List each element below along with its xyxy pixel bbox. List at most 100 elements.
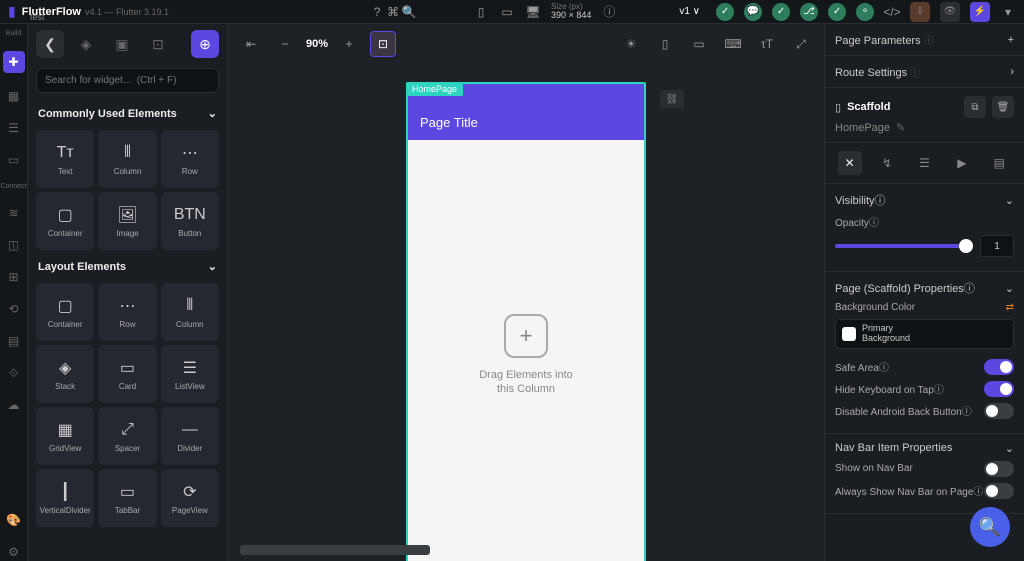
widget-common-column[interactable]: ⦀Column <box>98 130 156 188</box>
device-desktop-icon[interactable]: 🖥 <box>525 4 541 20</box>
rail-widgets-button[interactable]: ✚ <box>3 51 25 73</box>
visibility-header[interactable]: Visibilityⓘ ⌄ <box>835 192 1014 208</box>
keyboard-shortcuts-icon[interactable]: ⌘ <box>385 4 401 20</box>
components-icon[interactable]: ▣ <box>108 30 136 58</box>
add-widget-button[interactable]: ⊕ <box>191 30 219 58</box>
rail-api-icon[interactable]: ⟲ <box>5 300 23 318</box>
rail-firestore-icon[interactable]: ≋ <box>5 204 23 222</box>
version-dropdown[interactable]: v1 ∨ <box>673 4 706 19</box>
run-button[interactable]: ⚡ <box>970 2 990 22</box>
rail-settings-icon[interactable]: ⚙ <box>5 543 23 561</box>
canvas-mode-button[interactable]: ⊡ <box>370 31 396 57</box>
drop-zone[interactable]: + Drag Elements intothis Column <box>408 140 644 561</box>
widget-layout-card[interactable]: ▭Card <box>98 345 156 403</box>
comments-icon[interactable]: 💬 <box>744 3 762 21</box>
status-check2-icon[interactable]: ✓ <box>772 3 790 21</box>
navbar-props-header[interactable]: Nav Bar Item Properties ⌄ <box>835 442 1014 455</box>
zoom-in-button[interactable]: + <box>336 31 362 57</box>
zoom-out-button[interactable]: − <box>272 31 298 57</box>
widget-common-container[interactable]: ▢Container <box>36 192 94 250</box>
widget-common-image[interactable]: 🖼Image <box>98 192 156 250</box>
chevron-right-icon: › <box>1010 66 1014 78</box>
prop-tab-docs-icon[interactable]: ▤ <box>987 151 1011 175</box>
issues-icon[interactable]: ⚬ <box>856 3 874 21</box>
rail-appstate-icon[interactable]: ⊞ <box>5 268 23 286</box>
bg-color-chip[interactable]: PrimaryBackground <box>835 319 1014 349</box>
widget-layout-spacer[interactable]: ⤢Spacer <box>98 407 156 465</box>
device-tablet-icon[interactable]: ▭ <box>499 4 515 20</box>
rail-data-icon[interactable]: ◫ <box>5 236 23 254</box>
download-button[interactable]: ⇩ <box>910 2 930 22</box>
size-info-icon[interactable]: ⓘ <box>601 4 617 20</box>
canvas-resize-icon[interactable]: ⤢ <box>788 31 814 57</box>
copy-button[interactable]: ⧉ <box>964 96 986 118</box>
section-common-header[interactable]: Commonly Used Elements ⌄ <box>28 101 227 126</box>
rail-tree-icon[interactable]: ☰ <box>5 119 23 137</box>
page-parameters-row[interactable]: Page Parametersⓘ + <box>825 24 1024 56</box>
opacity-value[interactable]: 1 <box>980 235 1014 257</box>
canvas-keyboard-icon[interactable]: ⌨ <box>720 31 746 57</box>
safe-area-toggle[interactable] <box>984 359 1014 375</box>
widget-layout-stack[interactable]: ◈Stack <box>36 345 94 403</box>
fit-icon[interactable]: ⇤ <box>238 31 264 57</box>
brightness-icon[interactable]: ☀ <box>618 31 644 57</box>
canvas-text-icon[interactable]: τT <box>754 31 780 57</box>
widget-layout-column[interactable]: ⦀Column <box>161 283 219 341</box>
prop-tab-animations-icon[interactable]: ▶ <box>950 151 974 175</box>
widget-common-row[interactable]: ⋯Row <box>161 130 219 188</box>
rail-theme-icon[interactable]: 🎨 <box>5 511 23 529</box>
prop-tab-tools-icon[interactable]: ✕ <box>838 151 862 175</box>
button-icon: BTN <box>178 205 202 225</box>
run-dropdown-icon[interactable]: ▾ <box>1000 4 1016 20</box>
status-check3-icon[interactable]: ✓ <box>828 3 846 21</box>
canvas-scrollbar[interactable] <box>240 545 430 555</box>
widget-label: Image <box>116 229 138 238</box>
plus-icon[interactable]: + <box>1008 34 1014 46</box>
delete-button[interactable]: 🗑 <box>992 96 1014 118</box>
always-nav-toggle[interactable] <box>984 483 1014 499</box>
rail-media-icon[interactable]: ▤ <box>5 332 23 350</box>
device-frame[interactable]: HomePage Page Title + Drag Elements into… <box>406 82 646 561</box>
widget-layout-listview[interactable]: ☰ListView <box>161 345 219 403</box>
widget-common-button[interactable]: BTNButton <box>161 192 219 250</box>
widget-layout-verticaldivider[interactable]: ┃VerticalDivider <box>36 469 94 527</box>
help-icon[interactable]: ? <box>369 4 385 20</box>
scaffold-props-header[interactable]: Page (Scaffold) Propertiesⓘ ⌄ <box>835 280 1014 296</box>
canvas-phone-icon[interactable]: ▯ <box>652 31 678 57</box>
widget-layout-gridview[interactable]: ▦GridView <box>36 407 94 465</box>
route-settings-row[interactable]: Route Settingsⓘ › <box>825 56 1024 88</box>
widget-label: Column <box>176 320 204 329</box>
widget-layout-pageview[interactable]: ⟳PageView <box>161 469 219 527</box>
widget-search-input[interactable] <box>36 68 219 93</box>
prop-tab-actions-icon[interactable]: ↯ <box>875 151 899 175</box>
widget-label: ListView <box>175 382 205 391</box>
widget-layout-container[interactable]: ▢Container <box>36 283 94 341</box>
canvas-nav-icon[interactable]: ▭ <box>686 31 712 57</box>
theme-widgets-icon[interactable]: ⊡ <box>144 30 172 58</box>
edit-icon[interactable]: ✎ <box>896 121 905 134</box>
hide-keyboard-toggle[interactable] <box>984 381 1014 397</box>
link-icon[interactable]: ⛓ <box>660 90 684 108</box>
branch-icon[interactable]: ⎇ <box>800 3 818 21</box>
device-phone-icon[interactable]: ▯ <box>473 4 489 20</box>
search-icon[interactable]: 🔍 <box>401 4 417 20</box>
rail-pages-icon[interactable]: ▦ <box>5 87 23 105</box>
disable-back-toggle[interactable] <box>984 403 1014 419</box>
rail-storyboard-icon[interactable]: ▭ <box>5 151 23 169</box>
rail-custom-icon[interactable]: ⟐ <box>5 364 23 382</box>
show-nav-toggle[interactable] <box>984 461 1014 477</box>
status-check-icon[interactable]: ✓ <box>716 3 734 21</box>
widget-layout-row[interactable]: ⋯Row <box>98 283 156 341</box>
widget-layout-tabbar[interactable]: ▭TabBar <box>98 469 156 527</box>
search-fab[interactable]: 🔍 <box>970 507 1010 547</box>
back-button[interactable]: ❮ <box>36 30 64 58</box>
prop-tab-backend-icon[interactable]: ☰ <box>912 151 936 175</box>
code-icon[interactable]: </> <box>884 4 900 20</box>
preview-button[interactable]: 👁 <box>940 2 960 22</box>
templates-icon[interactable]: ◈ <box>72 30 100 58</box>
widget-common-text[interactable]: TᴛText <box>36 130 94 188</box>
widget-layout-divider[interactable]: —Divider <box>161 407 219 465</box>
rail-cloud-icon[interactable]: ☁ <box>5 396 23 414</box>
opacity-slider[interactable] <box>835 244 972 248</box>
section-layout-header[interactable]: Layout Elements ⌄ <box>28 254 227 279</box>
